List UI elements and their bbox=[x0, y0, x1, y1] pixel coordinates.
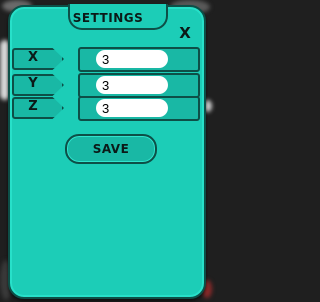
close-button[interactable]: X bbox=[175, 23, 195, 43]
dialog-title: SETTINGS bbox=[72, 11, 144, 25]
field-label-z: Z bbox=[28, 99, 38, 114]
x-input[interactable] bbox=[96, 50, 168, 68]
field-label-x: X bbox=[27, 50, 39, 65]
y-input[interactable] bbox=[96, 76, 168, 94]
save-button[interactable]: SAVE bbox=[65, 134, 157, 164]
z-input[interactable] bbox=[96, 99, 168, 117]
field-label-y: Y bbox=[28, 76, 38, 91]
